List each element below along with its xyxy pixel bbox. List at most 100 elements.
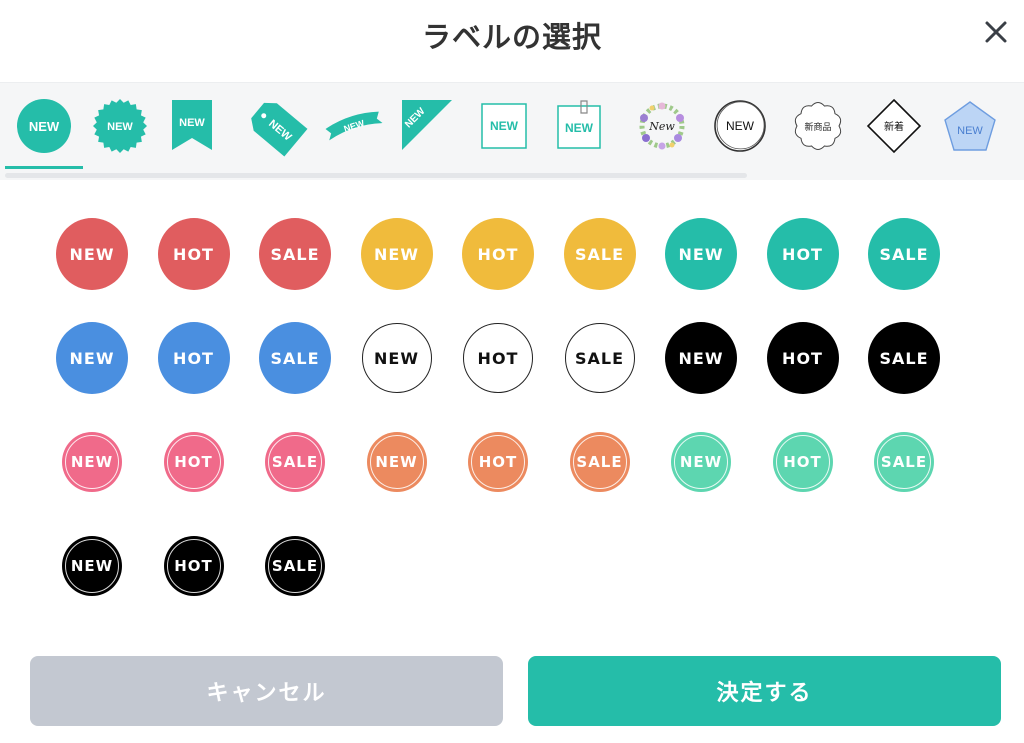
label-badge: SALE [563, 218, 636, 290]
label-badge: HOT [163, 536, 224, 596]
tab-circle-new[interactable]: NEW [6, 83, 82, 169]
label-option-hot[interactable]: HOT [766, 321, 840, 395]
price-tag-icon: NEW [251, 102, 308, 157]
label-badge: NEW [665, 218, 737, 290]
tab-scallop-shinshohin-text: 新商品 [804, 121, 831, 133]
corner-triangle-icon: NEW [402, 100, 452, 150]
tab-scrollbar[interactable] [5, 173, 747, 178]
tab-pentagon-new[interactable]: NEW [932, 83, 1008, 169]
selected-tab-indicator [5, 166, 83, 169]
label-badge: SALE [874, 432, 934, 492]
close-icon[interactable] [982, 18, 1010, 46]
floral-wreath-icon: New [639, 102, 685, 150]
label-option-hot[interactable]: HOT [157, 321, 231, 395]
scallop-badge-icon: 新商品 [794, 102, 842, 150]
tab-frame-new[interactable]: NEW [466, 83, 542, 169]
tab-floral-wreath-new-text: New [648, 120, 675, 133]
banner-badge-icon: NEW [172, 100, 212, 150]
tab-clip-frame-new[interactable]: NEW [542, 83, 618, 169]
label-style-tabbar: NEW NEW NEW NEW NEW NEW NEW NEW New NEW … [0, 82, 1024, 180]
tab-burst-new-text: NEW [107, 121, 133, 133]
label-option-hot[interactable]: HOT [157, 425, 231, 499]
tab-scallop-shinshohin[interactable]: 新商品 [780, 83, 856, 169]
diamond-badge-icon: 新着 [866, 98, 922, 154]
dialog-title: ラベルの選択 [421, 20, 602, 54]
confirm-button[interactable]: 決定する [528, 656, 1001, 726]
label-option-hot[interactable]: HOT [461, 321, 535, 395]
label-option-hot[interactable]: HOT [766, 217, 840, 291]
label-badge: NEW [366, 432, 427, 492]
label-option-hot[interactable]: HOT [157, 529, 231, 603]
sketch-circle-icon: NEW [714, 100, 766, 152]
dialog-header: ラベルの選択 [0, 0, 1024, 82]
label-option-sale[interactable]: SALE [867, 321, 941, 395]
label-option-new[interactable]: NEW [664, 321, 738, 395]
label-option-new[interactable]: NEW [55, 217, 129, 291]
label-badge-text: HOT [775, 435, 830, 489]
label-option-sale[interactable]: SALE [563, 321, 637, 395]
label-badge: NEW [62, 536, 122, 596]
label-badge-text: SALE [572, 435, 627, 489]
label-option-sale[interactable]: SALE [258, 425, 332, 499]
label-option-new[interactable]: NEW [55, 425, 129, 499]
label-option-sale[interactable]: SALE [258, 217, 332, 291]
label-option-new[interactable]: NEW [55, 321, 129, 395]
label-badge: HOT [772, 432, 833, 492]
tab-floral-wreath-new[interactable]: New [624, 83, 700, 169]
label-badge-text: HOT [471, 435, 525, 489]
label-option-sale[interactable]: SALE [867, 425, 941, 499]
label-option-new[interactable]: NEW [55, 529, 129, 603]
label-option-hot[interactable]: HOT [766, 425, 840, 499]
tab-diamond-shinchaku[interactable]: 新着 [856, 83, 932, 169]
tab-ribbon-new[interactable]: NEW [316, 83, 392, 169]
label-badge-text: SALE [268, 539, 322, 593]
tab-clip-frame-new-text: NEW [565, 121, 594, 135]
label-badge: HOT [468, 432, 528, 492]
tab-corner-new[interactable]: NEW [390, 83, 466, 169]
tab-diamond-shinchaku-text: 新着 [884, 120, 904, 133]
label-option-sale[interactable]: SALE [563, 425, 637, 499]
circle-badge-icon: NEW [17, 99, 71, 153]
label-option-new[interactable]: NEW [360, 321, 434, 395]
tab-sketch-circle-new[interactable]: NEW [702, 83, 778, 169]
label-option-hot[interactable]: HOT [157, 217, 231, 291]
label-badge: SALE [564, 323, 635, 393]
pentagon-badge-icon: NEW [944, 101, 996, 151]
tab-frame-new-text: NEW [490, 119, 519, 133]
label-option-sale[interactable]: SALE [563, 217, 637, 291]
label-badge: NEW [671, 432, 731, 492]
label-badge: NEW [56, 218, 128, 290]
label-badge: SALE [868, 322, 940, 394]
label-badge: NEW [360, 218, 433, 290]
starburst-badge-icon: NEW [93, 99, 147, 153]
label-option-hot[interactable]: HOT [461, 217, 535, 291]
label-badge: NEW [665, 322, 737, 394]
label-badge: HOT [766, 218, 839, 290]
label-option-new[interactable]: NEW [664, 217, 738, 291]
label-badge-text: HOT [166, 539, 221, 593]
label-badge: SALE [259, 218, 331, 290]
label-option-sale[interactable]: SALE [867, 217, 941, 291]
label-badge-text: NEW [369, 435, 424, 489]
tab-banner-new[interactable]: NEW [154, 83, 230, 169]
label-badge: SALE [868, 218, 940, 290]
tab-pentagon-new-text: NEW [957, 125, 983, 137]
tab-burst-new[interactable]: NEW [82, 83, 158, 169]
label-option-sale[interactable]: SALE [258, 321, 332, 395]
label-option-hot[interactable]: HOT [461, 425, 535, 499]
cancel-button[interactable]: キャンセル [30, 656, 503, 726]
label-option-new[interactable]: NEW [360, 425, 434, 499]
label-grid: NEW HOT SALE NEW HOT SALE NEW HOT SALE NEW HOT SALE… [0, 180, 1024, 640]
label-badge: NEW [62, 432, 122, 492]
label-badge: SALE [265, 432, 325, 492]
label-badge: HOT [463, 323, 533, 393]
label-option-new[interactable]: NEW [664, 425, 738, 499]
label-badge-text: NEW [65, 435, 119, 489]
tab-sketch-circle-new-text: NEW [726, 119, 755, 133]
label-badge: HOT [163, 432, 224, 492]
dialog-footer: キャンセル 決定する [0, 656, 1024, 728]
label-option-sale[interactable]: SALE [258, 529, 332, 603]
label-option-new[interactable]: NEW [360, 217, 434, 291]
tab-tag-new[interactable]: NEW [238, 83, 314, 169]
label-badge: HOT [157, 218, 230, 290]
